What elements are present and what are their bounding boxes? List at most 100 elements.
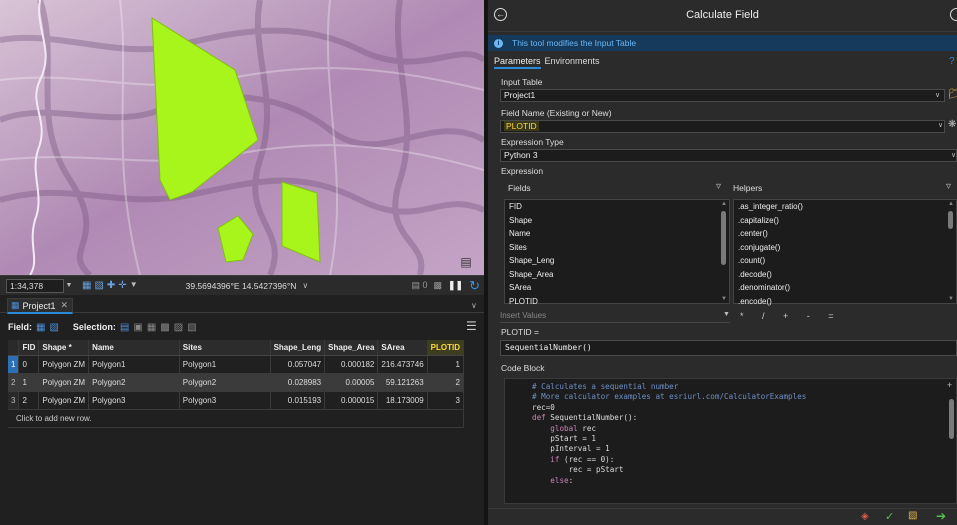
list-item[interactable]: FID [505, 200, 729, 214]
cell-shape-area[interactable]: 0.00005 [324, 373, 379, 392]
add-row-prompt[interactable]: Click to add new row. [16, 414, 92, 423]
cell-shape[interactable]: Polygon ZM [38, 391, 90, 410]
scroll-up-icon[interactable]: ▲ [721, 201, 727, 207]
list-item[interactable]: Shape [505, 214, 729, 228]
expression-input[interactable]: SequentialNumber() [500, 340, 957, 356]
switch-selection-icon[interactable]: ▦ [147, 322, 156, 333]
list-item[interactable]: .count() [734, 254, 956, 268]
fields-list[interactable]: FID Shape Name Sites Shape_Leng Shape_Ar… [504, 199, 730, 306]
map-canvas[interactable] [0, 0, 484, 275]
scrollbar-thumb[interactable] [949, 399, 954, 439]
cell-sites[interactable]: Polygon1 [179, 355, 271, 374]
cell-fid[interactable]: 2 [18, 391, 40, 410]
map-view[interactable]: ▤ [0, 0, 484, 275]
list-item[interactable]: .encode() [734, 295, 956, 309]
calculate-field-icon[interactable]: ▧ [49, 322, 58, 333]
check-icon[interactable]: ✓ [885, 510, 894, 523]
column-header-sites[interactable]: Sites [179, 340, 271, 356]
cell-fid[interactable]: 1 [18, 373, 40, 392]
column-header-name[interactable]: Name [88, 340, 180, 356]
column-header-shape-leng[interactable]: Shape_Leng [270, 340, 326, 356]
list-item[interactable]: Name [505, 227, 729, 241]
tab-dropdown-icon[interactable]: ∨ [471, 301, 477, 310]
scale-input[interactable]: 1:34,378 [6, 278, 64, 293]
cell-plotid[interactable]: 1 [427, 355, 465, 374]
refresh-icon[interactable]: ↻ [469, 278, 480, 294]
close-icon[interactable]: ✕ [61, 300, 69, 311]
field-name-field[interactable]: PLOTID [500, 120, 945, 133]
scroll-down-icon[interactable]: ▼ [721, 296, 727, 302]
add-code-icon[interactable]: + [947, 380, 952, 390]
column-header-shape-area[interactable]: Shape_Area [324, 340, 379, 356]
list-item[interactable]: .conjugate() [734, 241, 956, 255]
eraser-icon[interactable]: ◈ [861, 511, 869, 522]
column-header-rownum[interactable] [8, 340, 20, 356]
list-item[interactable]: .center() [734, 227, 956, 241]
cell-shape-leng[interactable]: 0.015193 [270, 391, 326, 410]
delete-selection-icon[interactable]: ▨ [174, 322, 183, 333]
list-item[interactable]: Sites [505, 241, 729, 255]
chevron-down-icon[interactable]: ∨ [951, 151, 956, 159]
tab-project1[interactable]: ▦ Project1 ✕ [7, 298, 73, 314]
cell-shape-area[interactable]: 0.000182 [324, 355, 379, 374]
grid-icon[interactable]: ▦ [82, 280, 91, 291]
table-icon[interactable]: ▧ [94, 280, 103, 291]
operator-buttons[interactable]: * / + - = [740, 311, 842, 321]
chevron-down-icon[interactable]: ▼ [723, 311, 730, 318]
column-header-plotid[interactable]: PLOTID [427, 340, 465, 356]
filter-icon[interactable]: ▿ [716, 181, 721, 192]
cell-sarea[interactable]: 59.121263 [377, 373, 428, 392]
scroll-down-icon[interactable]: ▼ [948, 296, 954, 302]
forward-icon[interactable] [950, 8, 957, 21]
cell-fid[interactable]: 0 [18, 355, 40, 374]
more-dropdown-icon[interactable]: ▼ [130, 280, 138, 291]
selection-count-icon[interactable]: ▤ 0 [411, 280, 427, 291]
row-number[interactable]: 2 [8, 373, 20, 392]
select-by-attributes-icon[interactable]: ▤ [120, 322, 129, 333]
cell-shape[interactable]: Polygon ZM [38, 373, 90, 392]
list-item[interactable]: .as_integer_ratio() [734, 200, 956, 214]
cell-plotid[interactable]: 2 [427, 373, 465, 392]
table-row[interactable]: 2 1 Polygon ZM Polygon2 Polygon2 0.02898… [8, 373, 465, 392]
helpers-list[interactable]: .as_integer_ratio() .capitalize() .cente… [733, 199, 957, 306]
cell-sarea[interactable]: 18.173009 [377, 391, 428, 410]
move-icon[interactable]: ✛ [118, 280, 126, 291]
column-header-shape[interactable]: Shape * [38, 340, 90, 356]
coordinates-dropdown-icon[interactable]: ∨ [302, 281, 308, 290]
list-item[interactable]: .denominator() [734, 281, 956, 295]
table-row[interactable]: 3 2 Polygon ZM Polygon3 Polygon3 0.01519… [8, 391, 465, 410]
scroll-up-icon[interactable]: ▲ [948, 201, 954, 207]
cell-shape-area[interactable]: 0.000015 [324, 391, 379, 410]
list-item[interactable]: Shape_Leng [505, 254, 729, 268]
insert-values-select[interactable]: Insert Values [500, 311, 730, 323]
snap-icon[interactable]: ✚ [107, 280, 115, 291]
cell-shape-leng[interactable]: 0.028983 [270, 373, 326, 392]
expression-type-select[interactable]: Python 3 [500, 149, 957, 162]
list-item[interactable]: SArea [505, 281, 729, 295]
copy-selection-icon[interactable]: ▧ [187, 322, 196, 333]
open-folder-icon[interactable]: ▧ [908, 510, 917, 521]
pause-icon[interactable]: ❚❚ [448, 280, 463, 291]
row-number[interactable]: 3 [8, 391, 20, 410]
cell-name[interactable]: Polygon1 [88, 355, 180, 374]
column-header-fid[interactable]: FID [18, 340, 40, 356]
tab-parameters[interactable]: Parameters [494, 56, 541, 69]
list-item[interactable]: .capitalize() [734, 214, 956, 228]
zoom-to-selection-icon[interactable]: ▣ [133, 322, 142, 333]
folder-icon[interactable]: 📁︎ [948, 89, 957, 100]
code-block-editor[interactable]: # Calculates a sequential number # More c… [504, 378, 957, 504]
column-header-sarea[interactable]: SArea [377, 340, 428, 356]
input-table-field[interactable]: Project1 [500, 89, 945, 102]
gear-icon[interactable]: ❋ [948, 119, 956, 130]
selection-clear-icon[interactable]: ▩ [433, 280, 442, 291]
chevron-down-icon[interactable]: ∨ [935, 91, 940, 99]
table-row[interactable]: 1 0 Polygon ZM Polygon1 Polygon1 0.05704… [8, 355, 465, 374]
list-item[interactable]: Shape_Area [505, 268, 729, 282]
cell-sarea[interactable]: 216.473746 [377, 355, 428, 374]
run-arrow-icon[interactable]: ➔ [936, 509, 946, 523]
tab-environments[interactable]: Environments [545, 56, 600, 69]
cell-sites[interactable]: Polygon2 [179, 373, 271, 392]
scale-dropdown-icon[interactable]: ▼ [64, 282, 74, 289]
cell-sites[interactable]: Polygon3 [179, 391, 271, 410]
add-field-icon[interactable]: ▦ [36, 322, 45, 333]
